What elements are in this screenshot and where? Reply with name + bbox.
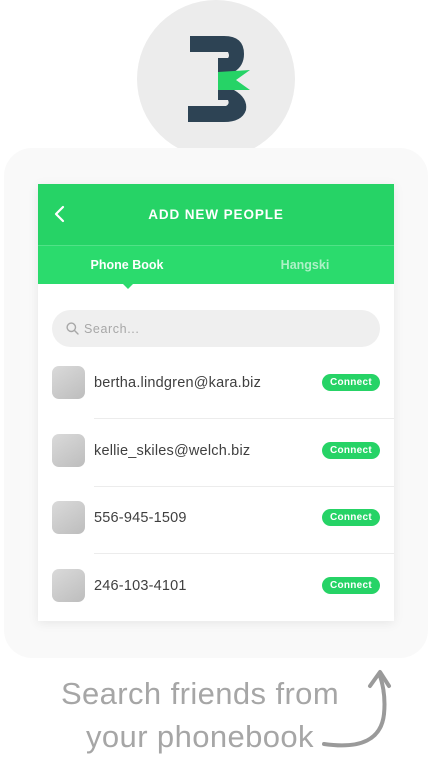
contact-row: bertha.lindgren@kara.biz Connect <box>38 349 394 417</box>
search-input[interactable] <box>84 310 364 347</box>
contact-name: 556-945-1509 <box>94 510 187 526</box>
tab-phone-book[interactable]: Phone Book <box>38 246 216 284</box>
connect-button[interactable]: Connect <box>322 374 380 391</box>
contact-row: 246-103-4101 Connect <box>38 552 394 620</box>
three-logo-icon <box>188 36 250 122</box>
contact-name: 246-103-4101 <box>94 578 187 594</box>
screen-title: ADD NEW PEOPLE <box>148 207 284 222</box>
contact-row: 556-945-1509 Connect <box>38 484 394 552</box>
contact-name: bertha.lindgren@kara.biz <box>94 375 262 391</box>
avatar <box>52 501 85 534</box>
active-tab-indicator <box>121 282 135 289</box>
phone-screen: ADD NEW PEOPLE Phone Book Hangski bertha… <box>38 184 394 621</box>
avatar <box>52 434 85 467</box>
curved-up-arrow-icon <box>322 670 391 748</box>
tab-bar: Phone Book Hangski <box>38 245 394 284</box>
search-icon <box>66 322 79 335</box>
back-chevron-icon[interactable] <box>52 204 68 224</box>
avatar <box>52 569 85 602</box>
connect-button[interactable]: Connect <box>322 509 380 526</box>
avatar <box>52 366 85 399</box>
connect-button[interactable]: Connect <box>322 577 380 594</box>
app-header: ADD NEW PEOPLE <box>38 184 394 245</box>
contact-name: kellie_skiles@welch.biz <box>94 443 251 459</box>
search-bar[interactable] <box>52 310 380 347</box>
tab-hangski[interactable]: Hangski <box>216 246 394 284</box>
contact-row: kellie_skiles@welch.biz Connect <box>38 417 394 485</box>
connect-button[interactable]: Connect <box>322 442 380 459</box>
